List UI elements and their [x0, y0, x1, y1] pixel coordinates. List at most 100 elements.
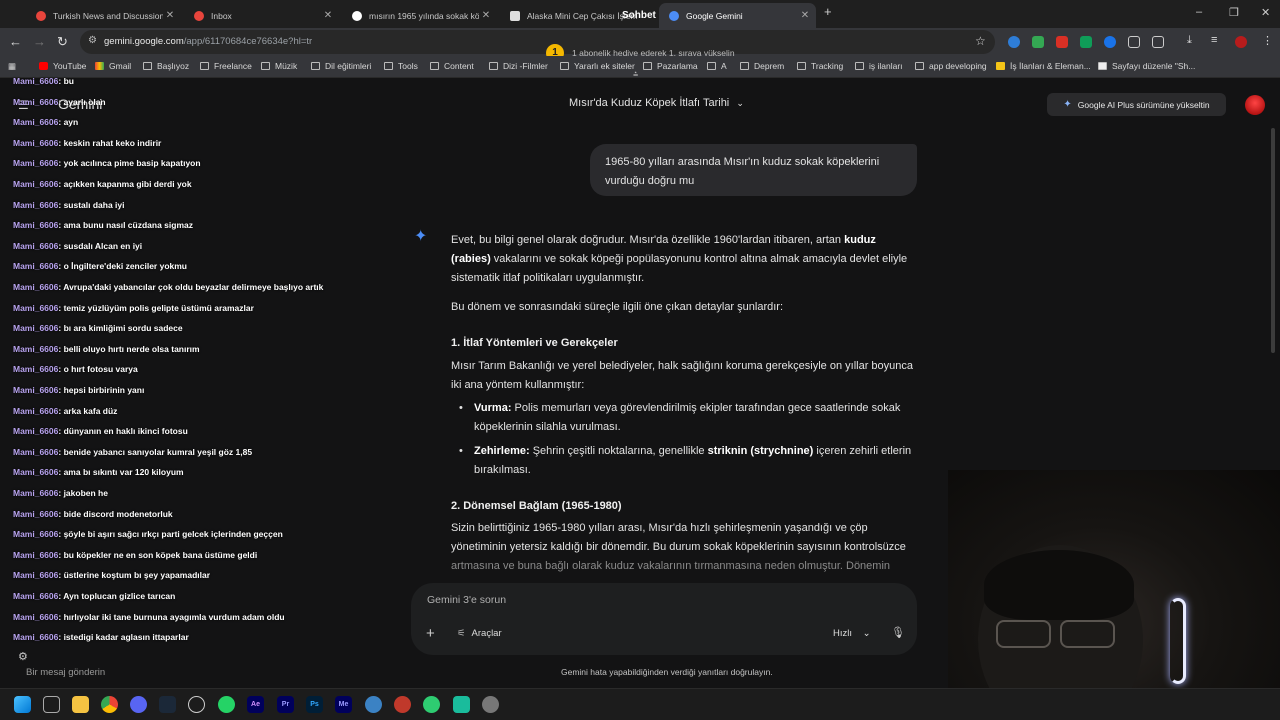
upgrade-button[interactable]: ✦ Google AI Plus sürümüne yükseltin — [1047, 93, 1226, 116]
prompt-box[interactable]: Gemini 3'e sorun + ⚟ Araçlar Hızlı ⌄ 🎙︎ — [411, 583, 917, 655]
chat-username[interactable]: Mami_6606 — [13, 406, 58, 416]
bookmark-folder[interactable]: Tools — [384, 61, 418, 71]
tab-inbox[interactable]: Inbox ✕ — [184, 3, 339, 28]
bookmark-gmail[interactable]: Gmail — [95, 61, 131, 71]
premiere-icon[interactable]: Pr — [277, 696, 294, 713]
bookmark-folder[interactable]: Content — [430, 61, 474, 71]
bookmark-folder[interactable]: Pazarlama — [643, 61, 698, 71]
after-effects-icon[interactable]: Ae — [247, 696, 264, 713]
forward-icon[interactable]: → — [33, 34, 46, 49]
extension-icon[interactable] — [1080, 36, 1092, 48]
site-info-icon[interactable]: ⚙ — [88, 35, 97, 46]
back-icon[interactable]: ← — [9, 34, 22, 49]
bookmark-folder[interactable]: Deprem — [740, 61, 784, 71]
chat-settings-icon[interactable]: ⚙ — [18, 650, 28, 663]
avatar[interactable] — [1245, 95, 1265, 115]
chat-username[interactable]: Mami_6606 — [13, 303, 58, 313]
tools-button[interactable]: ⚟ Araçlar — [457, 628, 502, 639]
extension-icon[interactable] — [1128, 36, 1140, 48]
chat-username[interactable]: Mami_6606 — [13, 447, 58, 457]
new-tab-button[interactable]: + — [824, 4, 832, 19]
chat-username[interactable]: Mami_6606 — [13, 344, 58, 354]
chat-username[interactable]: Mami_6606 — [13, 97, 58, 107]
bookmark-folder[interactable]: Tracking — [797, 61, 843, 71]
bookmark-youtube[interactable]: YouTube — [39, 61, 86, 71]
extension-icon[interactable] — [1104, 36, 1116, 48]
model-speed-dropdown[interactable]: Hızlı ⌄ — [833, 628, 871, 639]
reload-icon[interactable]: ↻ — [57, 34, 68, 50]
restore-button[interactable]: ❐ — [1229, 6, 1239, 19]
scrollbar[interactable] — [1271, 128, 1275, 353]
chat-username[interactable]: Mami_6606 — [13, 426, 58, 436]
chrome-icon[interactable] — [101, 696, 118, 713]
media-encoder-icon[interactable]: Me — [335, 696, 352, 713]
chat-username[interactable]: Mami_6606 — [13, 76, 58, 86]
bookmark-folder[interactable]: Yararlı ek siteler — [560, 61, 635, 71]
extension-icon[interactable] — [1032, 36, 1044, 48]
app-icon[interactable] — [453, 696, 470, 713]
chat-username[interactable]: Mami_6606 — [13, 158, 58, 168]
chat-username[interactable]: Mami_6606 — [13, 282, 58, 292]
extension-icon[interactable] — [1056, 36, 1068, 48]
chat-username[interactable]: Mami_6606 — [13, 220, 58, 230]
conversation-title[interactable]: Mısır'da Kuduz Köpek İtlafı Tarihi ⌄ — [569, 97, 744, 109]
app-icon[interactable] — [394, 696, 411, 713]
profile-avatar-icon[interactable] — [1235, 36, 1247, 48]
chat-username[interactable]: Mami_6606 — [13, 529, 58, 539]
bookmark-folder[interactable]: iş ilanları — [855, 61, 903, 71]
download-icon[interactable]: ⤓ — [1187, 34, 1192, 47]
chat-username[interactable]: Mami_6606 — [13, 261, 58, 271]
prompt-input[interactable]: Gemini 3'e sorun — [427, 594, 506, 606]
chat-username[interactable]: Mami_6606 — [13, 612, 58, 622]
microphone-icon[interactable]: 🎙︎ — [891, 626, 905, 639]
discord-icon[interactable] — [130, 696, 147, 713]
bookmark-edit-page[interactable]: Sayfayı düzenle "Sh... — [1098, 61, 1195, 71]
media-icon[interactable]: ≡ — [1211, 34, 1217, 46]
bookmark-folder[interactable]: A — [707, 61, 727, 71]
chat-username[interactable]: Mami_6606 — [13, 591, 58, 601]
window-close-button[interactable]: ✕ — [1261, 6, 1270, 19]
file-explorer-icon[interactable] — [72, 696, 89, 713]
whatsapp-icon[interactable] — [218, 696, 235, 713]
chat-username[interactable]: Mami_6606 — [13, 467, 58, 477]
chat-input[interactable]: Bir mesaj gönderin — [26, 667, 105, 678]
bookmark-folder[interactable]: Dizi -Filmler — [489, 61, 548, 71]
close-icon[interactable]: ✕ — [798, 10, 812, 21]
apps-grid-icon[interactable]: ▦ — [8, 61, 16, 72]
settings-icon[interactable] — [482, 696, 499, 713]
chat-username[interactable]: Mami_6606 — [13, 509, 58, 519]
bookmark-folder[interactable]: Müzik — [261, 61, 297, 71]
chat-username[interactable]: Mami_6606 — [13, 323, 58, 333]
address-bar[interactable]: ⚙ gemini.google.com/app/61170684ce76634e… — [80, 30, 995, 54]
bookmark-folder[interactable]: Freelance — [200, 61, 252, 71]
app-icon[interactable] — [365, 696, 382, 713]
app-icon[interactable] — [423, 696, 440, 713]
close-icon[interactable]: ✕ — [163, 10, 177, 21]
bookmark-folder[interactable]: app developing — [915, 61, 987, 71]
windows-start-icon[interactable] — [14, 696, 31, 713]
tab-google-search[interactable]: mısırın 1965 yılında sokak köpe ✕ — [342, 3, 497, 28]
chat-username[interactable]: Mami_6606 — [13, 632, 58, 642]
chat-username[interactable]: Mami_6606 — [13, 364, 58, 374]
extensions-puzzle-icon[interactable] — [1152, 36, 1164, 48]
tab-google-gemini[interactable]: Google Gemini ✕ — [659, 3, 816, 28]
bookmark-folder[interactable]: Dil eğitimleri — [311, 61, 371, 71]
chat-username[interactable]: Mami_6606 — [13, 138, 58, 148]
chat-username[interactable]: Mami_6606 — [13, 241, 58, 251]
chat-username[interactable]: Mami_6606 — [13, 179, 58, 189]
chat-username[interactable]: Mami_6606 — [13, 200, 58, 210]
steam-icon[interactable] — [159, 696, 176, 713]
task-view-icon[interactable] — [43, 696, 60, 713]
close-icon[interactable]: ✕ — [321, 10, 335, 21]
bookmark-star-icon[interactable]: ☆ — [975, 34, 986, 48]
chat-username[interactable]: Mami_6606 — [13, 385, 58, 395]
extension-icon[interactable] — [1008, 36, 1020, 48]
minimize-button[interactable]: – — [1196, 6, 1202, 18]
chat-username[interactable]: Mami_6606 — [13, 488, 58, 498]
close-icon[interactable]: ✕ — [479, 10, 493, 21]
photoshop-icon[interactable]: Ps — [306, 696, 323, 713]
app-icon[interactable] — [188, 696, 205, 713]
more-menu-icon[interactable]: ⋮ — [1262, 34, 1273, 47]
chat-username[interactable]: Mami_6606 — [13, 550, 58, 560]
tab-turkish-news[interactable]: Turkish News and Discussion ✕ — [26, 3, 181, 28]
